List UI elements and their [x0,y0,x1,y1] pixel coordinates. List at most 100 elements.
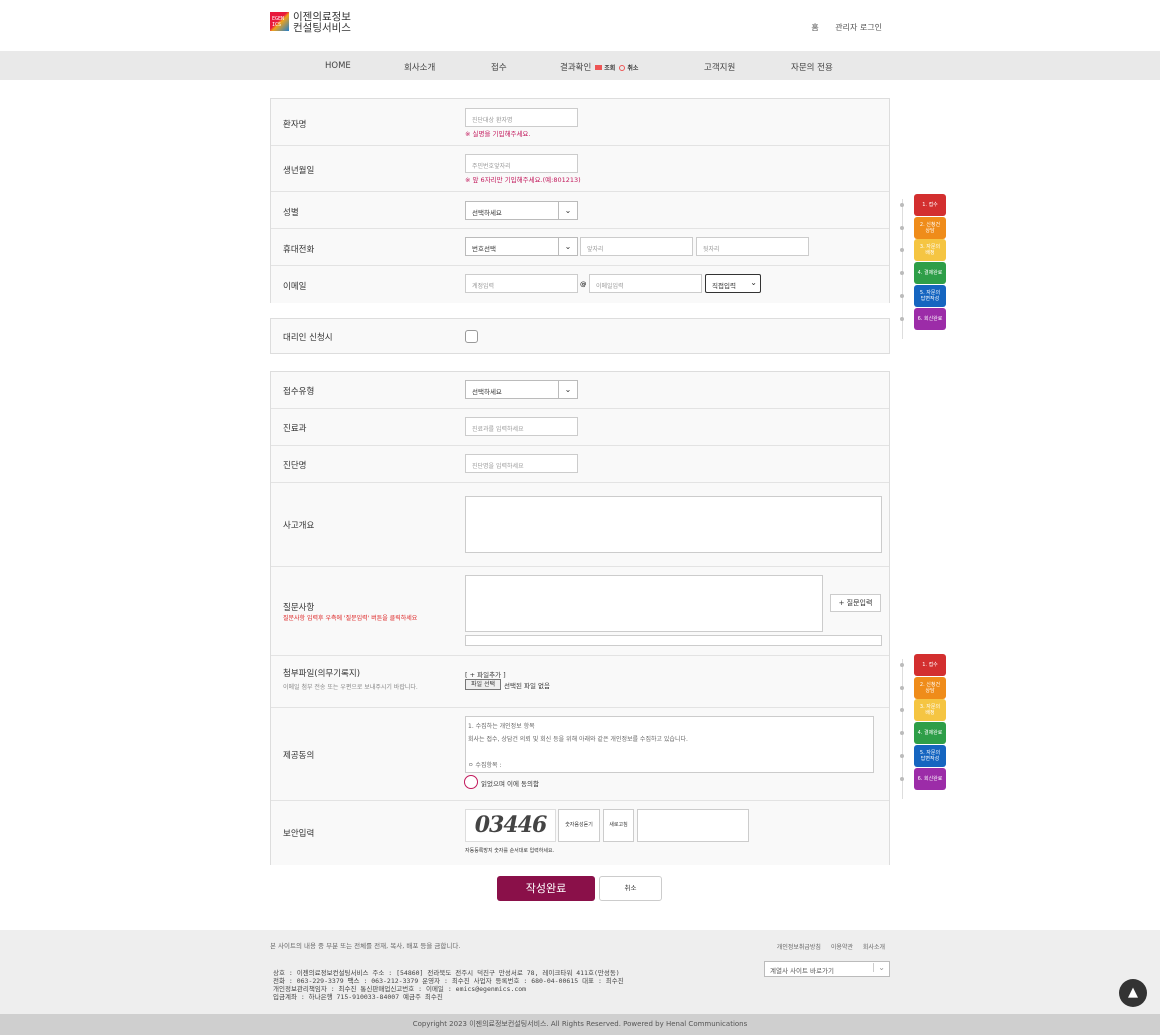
step-dot [900,203,904,207]
consent-line-2: 회사는 접수, 상담건 의뢰 및 회신 등을 위해 아래와 같은 개인정보를 수… [468,736,688,743]
home-link[interactable]: 홈 [811,23,818,32]
nav-result[interactable]: 결과확인 조회 취소 [560,61,638,73]
step-badge: 6. 회신완료 [914,307,946,330]
diag-label: 진단명 [283,461,307,471]
family-site-select[interactable]: 계열사 사이트 바로가기 ⌄ [764,961,890,977]
nav-receipt[interactable]: 접수 [491,61,507,73]
cancel-icon [619,64,626,71]
main-nav: HOME 회사소개 접수 결과확인 조회 취소 고객지원 자문의 전용 [0,51,1160,80]
phone-row: 휴대전화 번호선택 ⌄ 앞자리 뒷자리 [271,229,889,266]
patient-name-note: ※ 실명을 기입해주세요. [465,130,531,138]
phone-prefix-value: 번호선택 [472,245,496,253]
birth-label: 생년월일 [283,166,315,176]
nav-advisory[interactable]: 자문의 전용 [791,61,833,73]
add-question-button[interactable]: + 질문입력 [830,594,881,612]
nav-result-cancel[interactable]: 취소 [627,65,638,72]
privacy-link[interactable]: 개인정보취급방침 [777,944,821,951]
email-label: 이메일 [283,282,307,292]
terms-link[interactable]: 이용약관 [831,944,853,951]
patient-info-section: 환자명 진단대상 환자명 ※ 실명을 기입해주세요. 생년월일 주민번호앞자리 … [270,98,890,303]
step-badge: 4. 결제완료 [914,722,946,745]
diag-row: 진단명 진단명을 입력하세요 [271,446,889,483]
step-dot [900,271,904,276]
step-badge: 4. 결제완료 [914,262,946,285]
nav-result-label: 결과확인 [560,63,592,73]
step-dot [900,248,904,253]
gender-select[interactable]: 선택하세요 ⌄ [465,201,578,220]
dept-label: 진료과 [283,424,307,434]
consent-label: 제공동의 [283,751,315,761]
cancel-button[interactable]: 취소 [599,876,662,901]
gender-label: 성별 [283,208,299,218]
top-links: 홈 관리자 로그인 [797,22,882,33]
accident-textarea[interactable] [465,496,882,553]
phone-prefix-select[interactable]: 번호선택 ⌄ [465,237,578,256]
patient-name-row: 환자명 진단대상 환자명 ※ 실명을 기입해주세요. [271,99,889,146]
patient-name-input[interactable]: 진단대상 환자명 [465,108,578,127]
footer-info-line-4: 입금계좌 : 하나은행 715-910033-84007 예금주 최수진 [273,993,443,1001]
consent-row: 제공동의 1. 수집하는 개인정보 항목 회사는 접수, 상담건 의뢰 및 회신… [271,708,889,801]
nav-result-view[interactable]: 조회 [604,65,615,72]
type-select[interactable]: 선택하세요 ⌄ [465,380,578,399]
step-badge: 6. 회신완료 [914,767,946,790]
dept-row: 진료과 진료과를 입력하세요 [271,409,889,446]
question-textarea[interactable] [465,575,823,632]
chevron-down-icon: ⌄ [558,381,577,398]
phone-last-input[interactable]: 뒷자리 [696,237,809,256]
step-badge: 1. 접수 [914,194,946,216]
captcha-audio-button[interactable]: 숫자음성듣기 [558,809,600,842]
captcha-image: 03446 [465,809,556,842]
consent-radio[interactable] [464,775,478,789]
diag-input[interactable]: 진단명을 입력하세요 [465,454,578,473]
email-id-input[interactable]: 계정입력 [465,274,578,293]
consent-agree-label[interactable]: 읽었으며 이에 동의함 [481,778,539,788]
captcha-note: 자동등록방지 숫자를 순서대로 입력하세요. [465,848,555,854]
step-badge: 2. 신청건 상담 [914,216,946,239]
company-link[interactable]: 회사소개 [863,944,885,951]
family-site-value: 계열사 사이트 바로가기 [770,967,834,975]
email-domain-select-value: 직접입력 [712,282,736,290]
phone-mid-input[interactable]: 앞자리 [580,237,693,256]
nav-support[interactable]: 고객지원 [704,61,735,73]
attach-label: 첨부파일(의무기록지) [283,669,361,679]
footer-links: 개인정보취급방침 이용약관 회사소개 [769,942,885,951]
proxy-label: 대리인 신청시 [283,333,333,343]
consent-textarea[interactable]: 1. 수집하는 개인정보 항목 회사는 접수, 상담건 의뢰 및 회신 등을 위… [465,716,874,773]
proxy-checkbox[interactable] [465,330,478,343]
step-dot [900,663,904,667]
consent-line-3: ㅇ 수집항목 : [468,762,502,769]
question-list [465,635,882,646]
footer-disclaimer: 본 사이트의 내용 중 부분 또는 전체를 전재, 복사, 배포 등을 금합니다… [270,942,461,950]
captcha-label: 보안입력 [283,829,315,839]
gender-select-value: 선택하세요 [472,209,502,217]
header: EGEN ICS 이젠의료정보 컨설팅서비스 홈 관리자 로그인 [0,0,1160,51]
dept-input[interactable]: 진료과를 입력하세요 [465,417,578,436]
proxy-section: 대리인 신청시 [270,318,890,354]
footer: 본 사이트의 내용 중 부분 또는 전체를 전재, 복사, 배포 등을 금합니다… [0,930,1160,1014]
birth-row: 생년월일 주민번호앞자리 ※ 앞 6자리만 기입해주세요.(예:801213) [271,146,889,192]
step-dot [900,293,904,298]
type-row: 접수유형 선택하세요 ⌄ [271,372,889,409]
birth-input[interactable]: 주민번호앞자리 [465,154,578,173]
consultation-section: 접수유형 선택하세요 ⌄ 진료과 진료과를 입력하세요 진단명 진단명을 입력하세… [270,371,890,865]
step-badge: 5. 자문의 답변작성 [914,284,946,307]
submit-button[interactable]: 작성완료 [497,876,595,901]
question-row: 질문사항 질문사항 입력후 우측에 '질문입력' 버튼을 클릭하세요 + 질문입… [271,567,889,656]
logo-subtitle: 컨설팅서비스 [293,22,351,34]
email-domain-input[interactable]: 이메일입력 [589,274,702,293]
view-icon [595,65,603,70]
file-select-button[interactable]: 파일 선택 [465,679,501,690]
captcha-refresh-button[interactable]: 새로고침 [603,809,634,842]
nav-home[interactable]: HOME [325,61,351,71]
step-badge: 2. 신청건 상담 [914,676,946,699]
logo-mark-icon: EGEN ICS [270,12,289,31]
scroll-top-button[interactable]: ▲ [1119,979,1147,1007]
admin-login-link[interactable]: 관리자 로그인 [835,23,882,32]
type-label: 접수유형 [283,387,315,397]
gender-row: 성별 선택하세요 ⌄ [271,192,889,229]
email-domain-select[interactable]: 직접입력 ⌄ [705,274,761,293]
nav-about[interactable]: 회사소개 [404,61,435,73]
captcha-input[interactable] [637,809,749,842]
add-file-link[interactable]: [ + 파일추가 ] [465,669,506,679]
step-dot [900,731,904,736]
